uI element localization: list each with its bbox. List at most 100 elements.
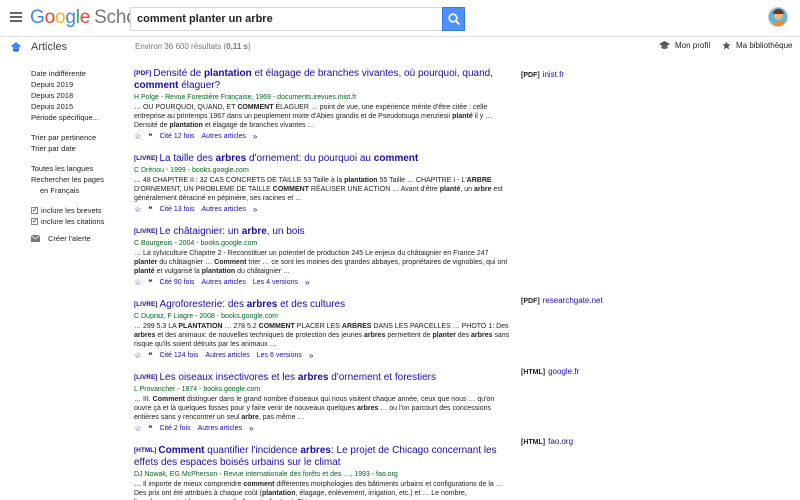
result-type-tag: [HTML] — [134, 447, 157, 454]
star-icon — [722, 41, 731, 50]
result-type-tag: [LIVRE] — [134, 301, 158, 308]
result-item: [LIVRE] Le châtaignier: un arbre, un bois… — [134, 226, 510, 288]
checkbox-checked[interactable] — [31, 205, 38, 216]
save-star-icon[interactable]: ☆ — [134, 424, 141, 434]
cite-quote-icon[interactable]: ❝ — [148, 424, 152, 434]
filter-custom-range[interactable]: Période spécifique... — [31, 112, 121, 123]
result-title-text[interactable]: Agroforesterie: des arbres et des cultur… — [159, 299, 345, 310]
filter-all-languages[interactable]: Toutes les langues — [31, 163, 121, 174]
results-list: [PDF] Densité de plantation et élagage de… — [134, 68, 510, 500]
result-actions: ☆ ❝ Cité 12 fois Autres articles » — [134, 132, 510, 142]
include-patents-checkbox[interactable]: inclure les brevets — [31, 205, 121, 216]
cite-quote-icon[interactable]: ❝ — [148, 132, 152, 142]
avatar-hair — [773, 9, 784, 14]
sort-by-date[interactable]: Trier par date — [31, 143, 121, 154]
result-snippet: … 299 5.3 LA PLANTATION … 278 5.2 COMMEN… — [134, 323, 510, 348]
result-title-text[interactable]: Comment quantifier l'incidence arbres: L… — [134, 445, 497, 468]
fulltext-domain[interactable]: google.fr — [548, 367, 579, 376]
result-title[interactable]: [HTML] Comment quantifier l'incidence arb… — [134, 445, 510, 469]
more-chevrons-icon[interactable]: » — [305, 278, 309, 288]
result-title[interactable]: [LIVRE] Les oiseaux insectivores et les a… — [134, 372, 510, 384]
result-item: [LIVRE] Agroforesterie: des arbres et des… — [134, 299, 510, 361]
sub-header: Articles Environ 36 600 résultats (0,11 … — [0, 37, 800, 59]
fulltext-domain[interactable]: researchgate.net — [543, 296, 603, 305]
graduation-cap-icon — [659, 41, 670, 50]
result-title[interactable]: [LIVRE] Le châtaignier: un arbre, un bois — [134, 226, 510, 238]
cited-by-link[interactable]: Cité 124 fois — [159, 351, 198, 361]
save-star-icon[interactable]: ☆ — [134, 205, 141, 215]
cite-quote-icon[interactable]: ❝ — [148, 351, 152, 361]
filter-date-any[interactable]: Date indifférente — [31, 68, 121, 79]
fulltext-type-tag: [PDF] — [521, 72, 540, 79]
result-title-text[interactable]: Le châtaignier: un arbre, un bois — [159, 226, 304, 237]
more-chevrons-icon[interactable]: » — [249, 424, 253, 434]
results-count-text: Environ 36 600 résultats ( — [135, 42, 227, 51]
fulltext-link[interactable]: [PDF] researchgate.net — [521, 296, 603, 305]
result-title[interactable]: [LIVRE] Agroforesterie: des arbres et des… — [134, 299, 510, 311]
filter-since-2015[interactable]: Depuis 2015 — [31, 101, 121, 112]
my-profile-link[interactable]: Mon profil — [659, 41, 710, 50]
logo-letter: e — [79, 7, 91, 28]
result-authors-source: C Dupraz, F Liagre - 2008 - books.google… — [134, 313, 278, 320]
result-actions: ☆ ❝ Cité 90 fois Autres articles Les 4 versi… — [134, 278, 510, 288]
result-title-text[interactable]: Les oiseaux insectivores et les arbres d… — [159, 372, 436, 383]
result-title[interactable]: [PDF] Densité de plantation et élagage de… — [134, 68, 510, 92]
create-alert-label: Créer l'alerte — [48, 234, 91, 243]
related-articles-link[interactable]: Autres articles — [198, 424, 242, 434]
top-bar: Google Scholar — [0, 0, 800, 37]
result-title[interactable]: [LIVRE] La taille des arbres d'ornement: … — [134, 153, 510, 165]
related-articles-link[interactable]: Autres articles — [202, 278, 246, 288]
cited-by-link[interactable]: Cité 13 fois — [159, 205, 194, 215]
fulltext-link[interactable]: [HTML] fao.org — [521, 437, 573, 446]
related-articles-link[interactable]: Autres articles — [202, 132, 246, 142]
cited-by-link[interactable]: Cité 12 fois — [159, 132, 194, 142]
search-button[interactable] — [442, 7, 465, 31]
more-chevrons-icon[interactable]: » — [309, 351, 313, 361]
menu-icon[interactable] — [10, 12, 22, 22]
more-chevrons-icon[interactable]: » — [253, 205, 257, 215]
fulltext-type-tag: [HTML] — [521, 439, 546, 446]
result-snippet: … OU POURQUOI, QUAND, ET COMMENT ÉLAGUER… — [134, 104, 493, 129]
sort-by-relevance[interactable]: Trier par pertinence — [31, 132, 121, 143]
logo-letter: g — [65, 7, 76, 28]
result-item: [PDF] Densité de plantation et élagage de… — [134, 68, 510, 142]
cited-by-link[interactable]: Cité 2 fois — [159, 424, 190, 434]
fulltext-link[interactable]: [PDF] inist.fr — [521, 70, 564, 79]
more-chevrons-icon[interactable]: » — [253, 132, 257, 142]
fulltext-domain[interactable]: inist.fr — [543, 70, 564, 79]
fulltext-domain[interactable]: fao.org — [548, 437, 573, 446]
filter-since-2019[interactable]: Depuis 2019 — [31, 79, 121, 90]
avatar[interactable] — [768, 7, 788, 27]
result-title-text[interactable]: Densité de plantation et élagage de bran… — [134, 68, 493, 91]
cite-quote-icon[interactable]: ❝ — [148, 205, 152, 215]
create-alert-link[interactable]: Créer l'alerte — [31, 233, 121, 244]
search-input[interactable] — [130, 7, 442, 31]
search-icon — [448, 13, 461, 26]
save-star-icon[interactable]: ☆ — [134, 132, 141, 142]
fulltext-link[interactable]: [HTML] google.fr — [521, 367, 579, 376]
result-authors-source: L Provancher - 1874 - books.google.com — [134, 386, 261, 393]
include-citations-checkbox[interactable]: inclure les citations — [31, 216, 121, 227]
all-versions-link[interactable]: Les 6 versions — [257, 351, 302, 361]
result-title-text[interactable]: La taille des arbres d'ornement: du pour… — [159, 153, 418, 164]
logo-letter: G — [30, 7, 45, 28]
results-time: 0,11 s — [226, 42, 248, 51]
filter-french-pages[interactable]: Rechercher les pages — [31, 174, 121, 185]
save-star-icon[interactable]: ☆ — [134, 278, 141, 288]
cite-quote-icon[interactable]: ❝ — [148, 278, 152, 288]
section-articles[interactable]: Articles — [31, 41, 67, 53]
cited-by-link[interactable]: Cité 90 fois — [159, 278, 194, 288]
result-authors-source: DJ Nowak, EG McPherson - Revue internati… — [134, 471, 398, 478]
filter-french-pages-line2[interactable]: en Français — [31, 185, 121, 196]
filter-since-2018[interactable]: Depuis 2018 — [31, 90, 121, 101]
related-articles-link[interactable]: Autres articles — [202, 205, 246, 215]
checkbox-checked[interactable] — [31, 216, 38, 227]
result-authors-source: C Bourgeois - 2004 - books.google.com — [134, 240, 258, 247]
related-articles-link[interactable]: Autres articles — [205, 351, 249, 361]
my-library-link[interactable]: Ma bibliothèque — [722, 41, 792, 50]
all-versions-link[interactable]: Les 4 versions — [253, 278, 298, 288]
save-star-icon[interactable]: ☆ — [134, 351, 141, 361]
